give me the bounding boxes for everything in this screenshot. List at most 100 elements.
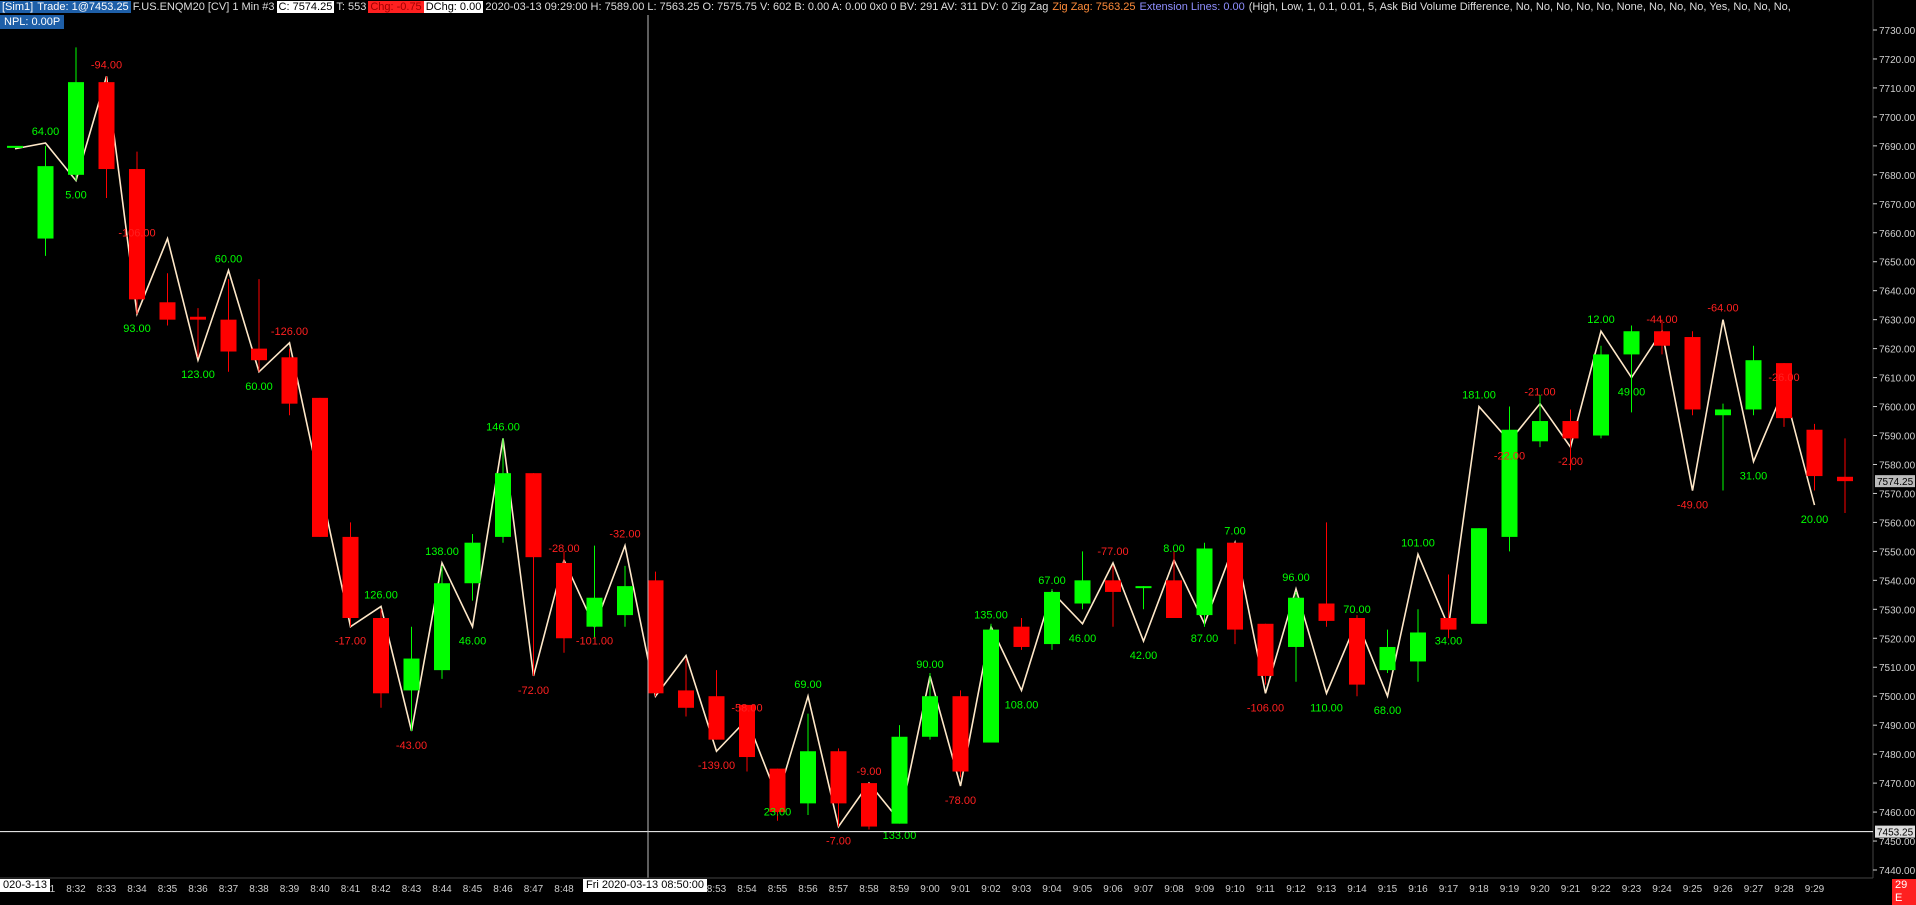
price-tick-label: 7480.00 <box>1879 750 1916 761</box>
candle-body <box>830 751 847 804</box>
candle-body <box>1532 421 1548 442</box>
zigzag-label: -64.00 <box>1707 303 1738 315</box>
zigzag-label: -9.00 <box>856 766 881 778</box>
zigzag-label: -77.00 <box>1097 546 1128 558</box>
price-tick-label: 7580.00 <box>1879 460 1916 471</box>
study-params-label: (High, Low, 1, 0.1, 0.01, 5, Ask Bid Vol… <box>1248 1 1791 13</box>
candle <box>1318 522 1335 627</box>
time-tick-label: 9:09 <box>1195 884 1215 895</box>
candle-body <box>281 357 298 404</box>
zigzag-label: 146.00 <box>486 421 520 433</box>
candle-body <box>7 145 23 148</box>
time-tick-label: 8:40 <box>310 884 330 895</box>
candle <box>1288 591 1304 682</box>
time-tick-label: 8:53 <box>707 884 727 895</box>
time-tick-label: 8:42 <box>371 884 391 895</box>
price-tick-label: 7550.00 <box>1879 547 1916 558</box>
zigzag-label: 46.00 <box>459 636 487 648</box>
candle <box>678 658 694 717</box>
candle-body <box>1715 409 1731 416</box>
sim-account-label[interactable]: [Sim1] <box>0 1 36 13</box>
candle-body <box>1379 646 1396 671</box>
zigzag-label: -2.00 <box>1558 456 1583 468</box>
zigzag-label: 46.00 <box>1069 633 1097 645</box>
candle-body <box>1593 354 1609 436</box>
change-label: Chg: -0.75 <box>368 1 424 13</box>
candle <box>373 609 389 708</box>
candle <box>98 76 115 198</box>
price-tick-label: 7570.00 <box>1879 489 1916 500</box>
candle-body <box>1105 580 1121 592</box>
candle <box>312 397 328 537</box>
candle <box>1501 406 1518 552</box>
time-tick-label: 9:23 <box>1622 884 1642 895</box>
zigzag-label: 126.00 <box>364 589 398 601</box>
candle <box>1044 589 1060 650</box>
candle <box>1715 403 1731 491</box>
price-tick-label: 7630.00 <box>1879 316 1916 327</box>
price-tick-label: 7710.00 <box>1879 84 1916 95</box>
zigzag-label: 42.00 <box>1130 650 1158 662</box>
candle-body <box>98 82 115 170</box>
zigzag-label: -139.00 <box>698 760 735 772</box>
candle-body <box>891 736 908 824</box>
candle-body <box>190 316 206 320</box>
zigzag-label: -43.00 <box>396 740 427 752</box>
price-tick-label: 7610.00 <box>1879 374 1916 385</box>
zigzag-label: -101.00 <box>576 636 613 648</box>
candle <box>1837 438 1853 513</box>
zigzag-label: 8.00 <box>1163 543 1184 555</box>
zigzag-label: -58.00 <box>731 702 762 714</box>
time-tick-label: 9:17 <box>1439 884 1459 895</box>
time-axis[interactable]: 8:318:328:338:348:358:368:378:388:398:40… <box>0 877 1873 895</box>
zigzag-label: 96.00 <box>1282 572 1310 584</box>
zigzag-label: -78.00 <box>945 795 976 807</box>
zigzag-label: 34.00 <box>1435 636 1463 648</box>
candle <box>891 725 908 824</box>
extension-lines-label: Extension Lines: 0.00 <box>1139 1 1245 13</box>
candle <box>1349 615 1365 697</box>
zigzag-label: -106.00 <box>1247 702 1284 714</box>
candle-body <box>708 696 725 740</box>
zigzag-label: -21.00 <box>1524 387 1555 399</box>
price-tick-label: 7690.00 <box>1879 142 1916 153</box>
candle <box>68 47 84 181</box>
candle-body <box>342 536 359 618</box>
zigzag-label: 69.00 <box>794 679 822 691</box>
zigzag-label: 110.00 <box>1310 702 1343 714</box>
time-tick-label: 9:11 <box>1256 884 1275 895</box>
time-tick-label: 9:18 <box>1469 884 1489 895</box>
candle-body <box>373 618 389 694</box>
candle-body <box>159 302 176 320</box>
trade-label[interactable]: Trade: 1@7453.25 <box>35 1 131 13</box>
left-date-label: 020-3-13 <box>0 879 51 892</box>
zigzag-label: 93.00 <box>123 323 151 335</box>
candle <box>708 670 725 740</box>
symbol-label: F.US.ENQM20 [CV] 1 Min #3 <box>132 1 275 13</box>
crosshair-price-badge: 7453.25 <box>1877 828 1914 839</box>
candle <box>342 522 359 627</box>
time-tick-label: 8:48 <box>554 884 574 895</box>
candle <box>434 565 450 679</box>
candle <box>7 145 23 148</box>
candle <box>1745 345 1762 416</box>
zigzag-label: -72.00 <box>518 685 549 697</box>
price-chart[interactable]: 7440.00 7450.00 7460.00 7470.00 7480.00 7490.… <box>0 0 1916 896</box>
candle-body <box>220 319 237 352</box>
time-tick-label: 9:27 <box>1744 884 1764 895</box>
zigzag-label: 181.00 <box>1462 390 1496 402</box>
zigzag-label: -22.00 <box>1494 450 1525 462</box>
price-tick-label: 7530.00 <box>1879 605 1916 616</box>
time-tick-label: 9:05 <box>1073 884 1093 895</box>
price-axis[interactable]: 7440.00 7450.00 7460.00 7470.00 7480.00 7490.… <box>1872 0 1916 878</box>
price-tick-label: 7500.00 <box>1879 692 1916 703</box>
time-tick-label: 8:46 <box>493 884 513 895</box>
candle <box>556 551 572 653</box>
candle <box>830 748 847 827</box>
time-tick-label: 9:24 <box>1652 884 1672 895</box>
price-tick-label: 7470.00 <box>1879 779 1916 790</box>
candle-body <box>525 473 542 558</box>
time-tick-label: 8:38 <box>249 884 269 895</box>
price-tick-label: 7520.00 <box>1879 634 1916 645</box>
time-tick-label: 9:19 <box>1500 884 1520 895</box>
